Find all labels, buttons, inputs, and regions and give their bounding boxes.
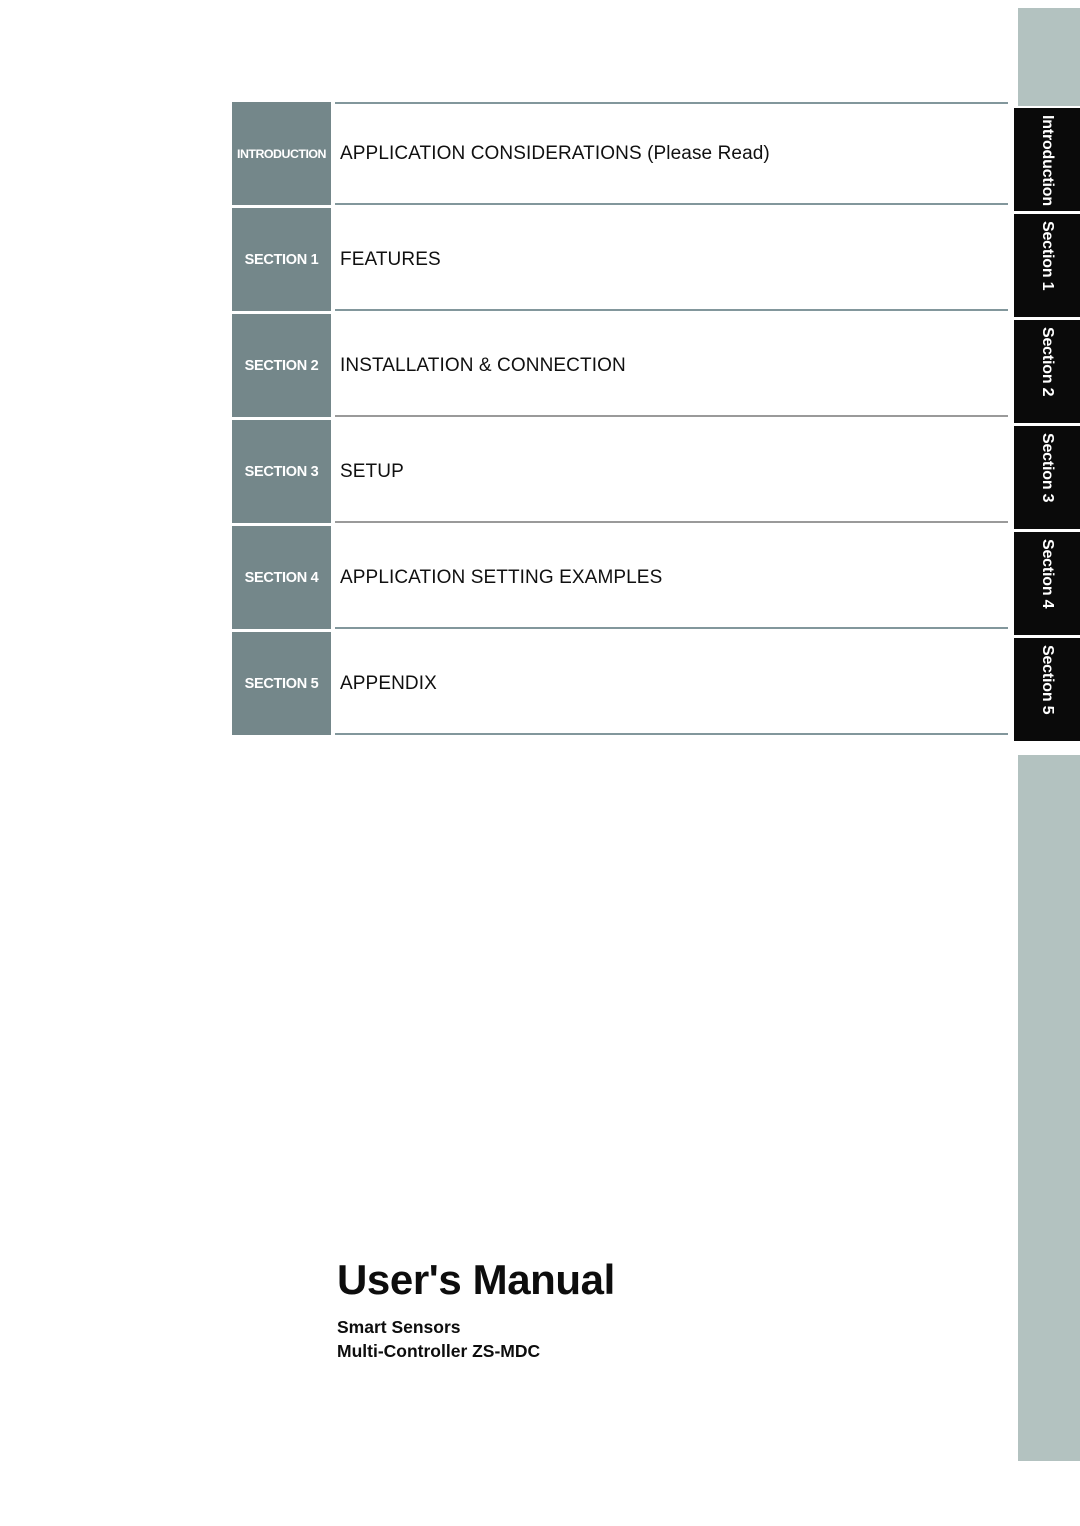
edge-tab-introduction[interactable]: Introduction xyxy=(1014,108,1080,211)
toc-title: INSTALLATION & CONNECTION xyxy=(340,354,626,376)
toc-row[interactable]: SECTION 1 FEATURES xyxy=(232,208,1008,311)
toc-rule-bottom xyxy=(335,627,1008,629)
toc-badge: INTRODUCTION xyxy=(232,102,331,205)
edge-tab-label: Introduction xyxy=(1039,115,1056,206)
toc-body: FEATURES xyxy=(335,208,1008,311)
toc-badge: SECTION 4 xyxy=(232,526,331,629)
edge-tab-section-4[interactable]: Section 4 xyxy=(1014,532,1080,635)
toc-rule-bottom xyxy=(335,203,1008,205)
toc-body: INSTALLATION & CONNECTION xyxy=(335,314,1008,417)
edge-tab-section-1[interactable]: Section 1 xyxy=(1014,214,1080,317)
toc-title: APPLICATION CONSIDERATIONS (Please Read) xyxy=(340,142,770,164)
toc-row[interactable]: INTRODUCTION APPLICATION CONSIDERATIONS … xyxy=(232,102,1008,205)
edge-tab-label: Section 5 xyxy=(1039,645,1056,715)
toc-body: SETUP xyxy=(335,420,1008,523)
toc-title: APPLICATION SETTING EXAMPLES xyxy=(340,566,663,588)
toc-row[interactable]: SECTION 3 SETUP xyxy=(232,420,1008,523)
toc-body: APPENDIX xyxy=(335,632,1008,735)
edge-tab-section-2[interactable]: Section 2 xyxy=(1014,320,1080,423)
edge-tab-label: Section 2 xyxy=(1039,327,1056,397)
page-title: User's Manual xyxy=(337,1256,615,1303)
edge-tab-section-3[interactable]: Section 3 xyxy=(1014,426,1080,529)
toc-rule-bottom xyxy=(335,733,1008,735)
toc-badge: SECTION 5 xyxy=(232,632,331,735)
toc-body: APPLICATION SETTING EXAMPLES xyxy=(335,526,1008,629)
edge-tab-label: Section 3 xyxy=(1039,433,1056,503)
cover-title-block: User's Manual Smart Sensors Multi-Contro… xyxy=(337,1256,937,1363)
toc-rule-bottom xyxy=(335,521,1008,523)
toc-badge: SECTION 2 xyxy=(232,314,331,417)
toc-rule-top xyxy=(335,102,1008,104)
toc-rule-bottom xyxy=(335,309,1008,311)
toc-row[interactable]: SECTION 5 APPENDIX xyxy=(232,632,1008,735)
toc-title: APPENDIX xyxy=(340,672,437,694)
toc-row[interactable]: SECTION 4 APPLICATION SETTING EXAMPLES xyxy=(232,526,1008,629)
toc-badge: SECTION 3 xyxy=(232,420,331,523)
toc-title: FEATURES xyxy=(340,248,441,270)
table-of-contents: INTRODUCTION APPLICATION CONSIDERATIONS … xyxy=(232,102,1008,735)
cover-subtitle-line-2: Multi-Controller ZS-MDC xyxy=(337,1340,541,1361)
cover-subtitle-line-1: Smart Sensors xyxy=(337,1317,461,1338)
toc-title: SETUP xyxy=(340,460,404,482)
edge-tab-section-5[interactable]: Section 5 xyxy=(1014,638,1080,741)
toc-row[interactable]: SECTION 2 INSTALLATION & CONNECTION xyxy=(232,314,1008,417)
edge-tab-label: Section 1 xyxy=(1039,221,1056,291)
toc-body: APPLICATION CONSIDERATIONS (Please Read) xyxy=(335,102,1008,205)
edge-band-top xyxy=(1018,8,1080,106)
edge-tab-label: Section 4 xyxy=(1039,539,1056,609)
edge-tab-strip: Introduction Section 1 Section 2 Section… xyxy=(1014,108,1080,746)
edge-band-bottom xyxy=(1018,755,1080,1461)
toc-badge: SECTION 1 xyxy=(232,208,331,311)
toc-rule-bottom xyxy=(335,415,1008,417)
